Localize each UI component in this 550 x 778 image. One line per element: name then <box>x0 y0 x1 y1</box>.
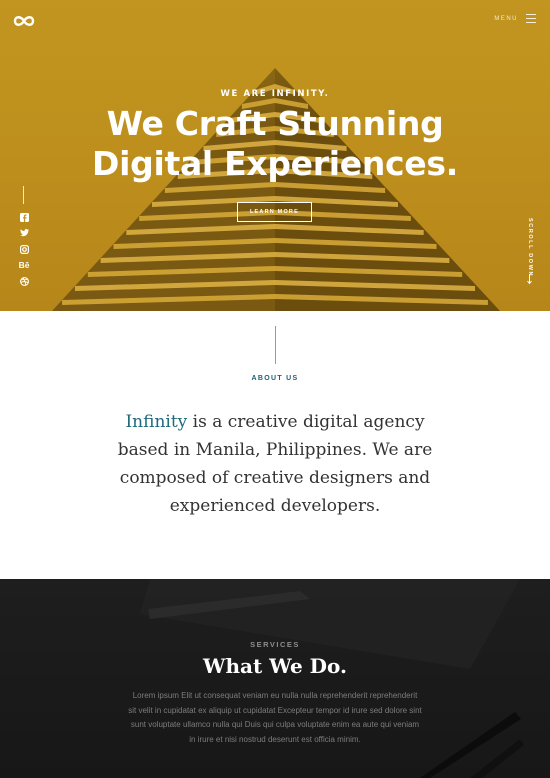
hero-section: MENU WE ARE INFINITY. We Craft Stunning … <box>0 0 550 311</box>
hero-headline-line2: Digital Experiences. <box>92 144 458 183</box>
about-text: Infinity is a creative digital agency ba… <box>100 408 450 520</box>
behance-icon[interactable]: Bē <box>18 259 30 271</box>
about-highlight: Infinity <box>125 412 188 432</box>
services-description: Lorem ipsum Elit ut consequat veniam eu … <box>128 691 422 744</box>
about-label: ABOUT US <box>251 375 299 382</box>
hamburger-icon[interactable] <box>526 14 536 24</box>
scroll-down-link[interactable]: SCROLL DOWN <box>523 218 535 288</box>
hero-headline-line1: We Craft Stunning <box>106 104 444 143</box>
arrow-down-icon[interactable] <box>527 274 532 284</box>
menu-toggle[interactable]: MENU <box>494 14 536 24</box>
facebook-icon[interactable] <box>18 211 30 223</box>
scroll-down-label[interactable]: SCROLL DOWN <box>527 218 533 277</box>
infinity-logo-icon[interactable] <box>12 13 36 29</box>
menu-label[interactable]: MENU <box>494 16 518 22</box>
social-divider <box>23 186 24 204</box>
services-label: SERVICES <box>250 640 300 649</box>
learn-more-button[interactable]: LEARN MORE <box>237 202 312 222</box>
dribbble-icon[interactable] <box>18 275 30 287</box>
about-divider <box>275 326 276 364</box>
services-section: SERVICES What We Do. Lorem ipsum Elit ut… <box>0 579 550 778</box>
hero-headline: We Craft Stunning Digital Experiences. <box>0 104 550 184</box>
services-background-image <box>140 579 524 778</box>
hero-tagline: WE ARE INFINITY. <box>220 89 330 99</box>
services-title: What We Do. <box>203 654 347 678</box>
instagram-icon[interactable] <box>18 243 30 255</box>
twitter-icon[interactable] <box>18 227 30 239</box>
